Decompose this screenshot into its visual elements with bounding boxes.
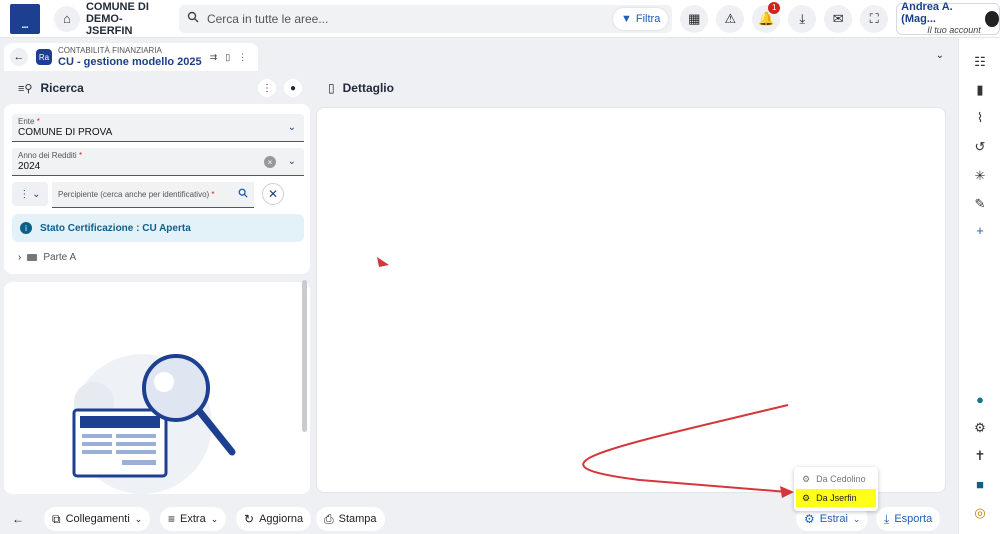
estrai-label: Estrai [819,513,848,525]
gear-icon: ⚙ [802,473,811,484]
gear-icon: ⚙ [802,492,811,503]
gear-icon: ⚙ [804,512,815,526]
back-arrow-icon: ← [12,512,24,526]
stampa-label: Stampa [338,513,377,525]
back-button[interactable]: ← [4,507,32,531]
annotation-cursor-mark [377,257,389,267]
external-link-icon: ⧉ [52,511,61,526]
esporta-button[interactable]: ⤓ Esporta [876,507,941,531]
annotation-arrow [582,404,789,493]
menu-icon: ≡ [168,512,176,526]
refresh-icon: ↻ [244,512,255,526]
chevron-down-icon: ⌄ [210,513,219,524]
stampa-button[interactable]: ⎙ Stampa [316,507,385,531]
aggiorna-label: Aggiorna [259,513,304,525]
annotation-overlay [377,257,794,498]
collegamenti-button[interactable]: ⧉ Collegamenti ⌄ [44,507,151,531]
collegamenti-label: Collegamenti [65,513,130,525]
aggiorna-button[interactable]: ↻ Aggiorna [236,507,312,531]
printer-icon: ⎙ [324,511,334,526]
menu-item-label: Da Cedolino [816,474,866,484]
esporta-label: Esporta [894,513,933,525]
extra-button[interactable]: ≡ Extra ⌄ [160,507,227,531]
menu-item-da-cedolino[interactable]: ⚙ Da Cedolino [796,470,876,488]
annotation-arrowhead [780,486,794,498]
extra-label: Extra [180,513,206,525]
chevron-down-icon: ⌄ [134,513,143,524]
estrai-menu: ⚙ Da Cedolino ⚙ Da Jserfin [794,467,878,511]
chevron-down-icon: ⌄ [852,513,861,524]
menu-item-label: Da Jserfin [816,493,857,503]
menu-item-da-jserfin[interactable]: ⚙ Da Jserfin [796,489,876,507]
download-icon: ⤓ [884,511,890,526]
